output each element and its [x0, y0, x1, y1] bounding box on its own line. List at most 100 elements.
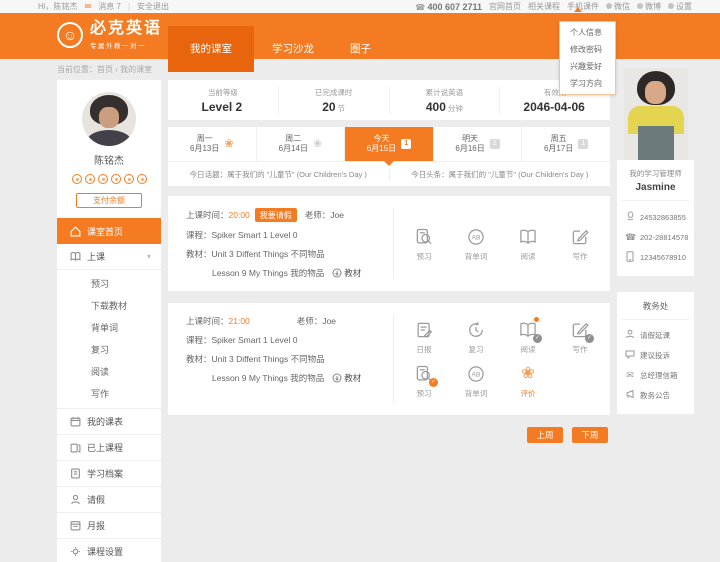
- action-writing[interactable]: 写作: [554, 222, 606, 266]
- contact-qq: 24532863855: [622, 207, 689, 227]
- right-sidebar: 我的学习管理师 Jasmine 24532863855 ☎ 202-288145…: [617, 68, 694, 414]
- dropdown-item-study-direction[interactable]: 学习方向: [560, 75, 615, 92]
- submenu-item-vocabulary[interactable]: 背单词: [57, 317, 161, 339]
- action-evaluate[interactable]: ❀ 评价: [502, 359, 554, 403]
- course-name: Spiker Smart 1 Level 0: [212, 335, 298, 345]
- stats-panel: 当前等级 Level 2 已完成课时 20节 累计说英语 400分钟 有效期 2…: [168, 80, 610, 120]
- office-item-gm-mailbox[interactable]: ✉ 总经理信箱: [622, 365, 689, 385]
- breadcrumb: 当前位置：首页 › 我的课室: [57, 64, 152, 75]
- dropdown-item-personal-info[interactable]: 个人信息: [560, 24, 615, 41]
- download-material-link[interactable]: 教材: [332, 372, 361, 384]
- manager-card: 我的学习管理师 Jasmine 24532863855 ☎ 202-288145…: [617, 160, 694, 276]
- settings-link[interactable]: 设置: [668, 1, 692, 12]
- sidebar-item-classroom-home[interactable]: 课室首页: [57, 218, 161, 244]
- submenu-item-preview[interactable]: 预习: [57, 273, 161, 295]
- sidebar-item-my-schedule[interactable]: 我的课表: [57, 409, 161, 435]
- weibo-icon: [637, 3, 643, 9]
- week-tab-monday[interactable]: 周一6月13日 ❀: [168, 127, 257, 161]
- action-preview[interactable]: 预习: [398, 222, 450, 266]
- monthly-calendar-icon: [70, 520, 81, 531]
- lesson-time: 21:00: [229, 316, 250, 326]
- dropdown-item-change-password[interactable]: 修改密码: [560, 41, 615, 58]
- week-tab-tuesday[interactable]: 周二6月14日 ❀: [257, 127, 346, 161]
- sidebar-item-study-archive[interactable]: 学习档案: [57, 461, 161, 487]
- next-week-button[interactable]: 下周: [572, 427, 608, 443]
- site-home-link[interactable]: 官网首页: [489, 1, 521, 12]
- flower-icon: ❀: [224, 139, 233, 150]
- phone-icon: ☎: [625, 232, 635, 243]
- submenu-item-writing[interactable]: 写作: [57, 383, 161, 405]
- topbar: Hi，陈铭杰 ✉ 消息 7 | 安全退出 ☎ 400 607 2711 官网首页…: [0, 0, 720, 13]
- office-item-announcements[interactable]: 教务公告: [622, 385, 689, 405]
- left-sidebar: 陈铭杰 支付余额 课室首页 上课: [57, 80, 161, 562]
- week-tab-tomorrow[interactable]: 明天6月16日 2: [434, 127, 523, 161]
- submenu-item-reading[interactable]: 阅读: [57, 361, 161, 383]
- request-leave-button[interactable]: 我要请假: [255, 208, 297, 222]
- office-item-suggestions[interactable]: 建议投诉: [622, 345, 689, 365]
- action-writing[interactable]: ✓ 写作: [554, 315, 606, 359]
- medal-icon: [85, 174, 95, 184]
- action-reading[interactable]: ✓ 阅读: [502, 315, 554, 359]
- page: Hi，陈铭杰 ✉ 消息 7 | 安全退出 ☎ 400 607 2711 官网首页…: [0, 0, 720, 562]
- prev-week-button[interactable]: 上周: [527, 427, 563, 443]
- tab-study-salon[interactable]: 学习沙龙: [254, 26, 332, 72]
- action-vocabulary[interactable]: AB 背单词: [450, 359, 502, 403]
- tab-my-classroom[interactable]: 我的课室: [168, 26, 254, 72]
- download-icon: [332, 268, 342, 278]
- week-tab-friday[interactable]: 周五6月17日 1: [522, 127, 610, 161]
- wechat-link[interactable]: 微信: [606, 1, 630, 12]
- teacher-name: Joe: [330, 210, 344, 220]
- action-reading[interactable]: 阅读: [502, 222, 554, 266]
- material-lesson: Lesson 9 My Things 我的物品: [212, 267, 324, 279]
- medal-icon: [98, 174, 108, 184]
- week-tab-today[interactable]: 今天6月15日 1: [345, 127, 434, 161]
- logo-title: 必克英语: [90, 20, 162, 38]
- action-daily-report[interactable]: 日报: [398, 315, 450, 359]
- dropdown-item-hobbies[interactable]: 兴趣爱好: [560, 58, 615, 75]
- sidebar-item-monthly-report[interactable]: 月报: [57, 513, 161, 539]
- stat-completed-lessons: 已完成课时 20节: [278, 87, 389, 114]
- office-item-leave[interactable]: 请假延课: [622, 325, 689, 345]
- related-courses-link[interactable]: 相关课程: [528, 1, 560, 12]
- submenu-item-download-material[interactable]: 下载教材: [57, 295, 161, 317]
- today-topic: 今日话题：属于我们的 "儿童节" (Our Children's Day ): [168, 169, 389, 180]
- action-review[interactable]: 复习: [450, 315, 502, 359]
- lesson-info: 上课时间： 21:00 老师： Joe 课程： Spiker Smart 1 L…: [168, 315, 393, 403]
- avatar: [82, 92, 136, 146]
- mobile-courseware-link[interactable]: 手机课件: [567, 1, 599, 12]
- breadcrumb-home[interactable]: 首页: [97, 65, 113, 74]
- lesson-card-2100: 上课时间： 21:00 老师： Joe 课程： Spiker Smart 1 L…: [168, 303, 610, 415]
- calendar-icon: [70, 416, 81, 427]
- action-preview[interactable]: ✓ 预习: [398, 359, 450, 403]
- messages-link[interactable]: 消息 7: [98, 1, 121, 12]
- sidebar-item-past-courses[interactable]: 已上课程: [57, 435, 161, 461]
- user-greeting: Hi，陈铭杰: [38, 1, 78, 12]
- tab-circle[interactable]: 圈子: [332, 26, 389, 72]
- qq-icon: [625, 211, 635, 223]
- profile-card: 陈铭杰 支付余额: [57, 80, 161, 218]
- reading-icon: [517, 226, 539, 248]
- archive-icon: [70, 468, 81, 479]
- medal-icon: [124, 174, 134, 184]
- gear-icon: [668, 3, 674, 9]
- sidebar-item-lessons[interactable]: 上课 ▾: [57, 244, 161, 270]
- sidebar-item-course-settings[interactable]: 课程设置: [57, 539, 161, 562]
- teacher-name: Joe: [322, 316, 336, 326]
- person-icon: [70, 494, 81, 505]
- office-card: 教务处 请假延课 建议投诉 ✉ 总经理信箱 教务: [617, 292, 694, 414]
- leave-person-icon: [625, 329, 635, 341]
- contact-mobile: 12345678910: [622, 247, 689, 267]
- download-material-link[interactable]: 教材: [332, 267, 361, 279]
- action-spacer: [554, 359, 606, 403]
- submenu-item-review[interactable]: 复习: [57, 339, 161, 361]
- office-title: 教务处: [622, 300, 689, 320]
- pay-balance-button[interactable]: 支付余额: [76, 193, 142, 208]
- announcement-icon: [625, 389, 635, 401]
- main-content: 当前等级 Level 2 已完成课时 20节 累计说英语 400分钟 有效期 2…: [168, 80, 610, 443]
- action-vocabulary[interactable]: AB 背单词: [450, 222, 502, 266]
- breadcrumb-current: 我的课室: [120, 65, 152, 74]
- weibo-link[interactable]: 微博: [637, 1, 661, 12]
- logout-link[interactable]: 安全退出: [137, 1, 169, 12]
- sidebar-item-leave[interactable]: 请假: [57, 487, 161, 513]
- lesson-card-2000: 上课时间： 20:00 我要请假 老师： Joe 课程： Spiker Smar…: [168, 196, 610, 291]
